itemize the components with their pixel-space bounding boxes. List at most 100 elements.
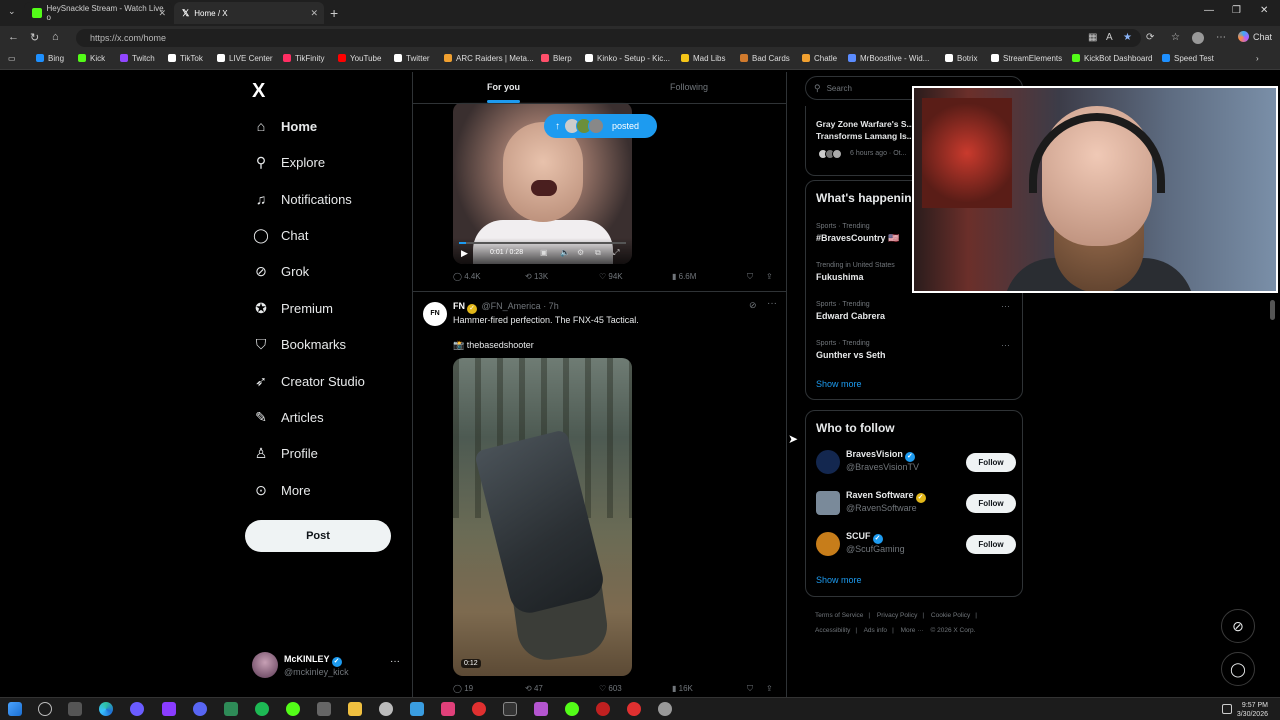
show-more-link[interactable]: Show more [816, 575, 862, 585]
new-posts-pill[interactable]: ↑ posted [544, 114, 657, 138]
start-icon[interactable] [8, 702, 22, 716]
read-aloud-icon[interactable]: A [1106, 32, 1113, 43]
tray-icon[interactable] [1222, 704, 1232, 714]
extensions-icon[interactable]: ⟳ [1146, 32, 1154, 43]
edge-icon[interactable] [99, 702, 113, 716]
browser-tab-x-home[interactable]: 𝕏 Home / X ✕ [174, 2, 324, 24]
refresh-icon[interactable]: ↻ [30, 31, 39, 44]
nav-creator-studio[interactable]: ➶ Creator Studio [252, 369, 365, 393]
nav-articles[interactable]: ✎ Articles [252, 405, 324, 429]
footer-accessibility[interactable]: Accessibility [815, 627, 850, 634]
close-tab-icon[interactable]: ✕ [310, 8, 318, 19]
more-dots-icon[interactable]: ··· [390, 656, 400, 667]
favorites-icon[interactable]: ☆ [1171, 32, 1180, 43]
share-icon[interactable]: ⇪ [766, 272, 773, 281]
nav-premium[interactable]: ✪ Premium [252, 296, 333, 320]
app-icon[interactable] [441, 702, 455, 716]
views-button[interactable]: ▮ 6.6M [672, 272, 696, 281]
url-field[interactable]: https://x.com/home [76, 29, 1141, 47]
tab-for-you[interactable]: For you [487, 82, 520, 103]
app-icon[interactable] [130, 702, 144, 716]
bookmark-chatle[interactable]: Chatle [802, 54, 837, 63]
bookmark-twitch[interactable]: Twitch [120, 54, 155, 63]
close-tab-icon[interactable]: ✕ [158, 8, 166, 19]
bookmark-mad-libs[interactable]: Mad Libs [681, 54, 725, 63]
close-window-icon[interactable]: ✕ [1260, 5, 1268, 16]
follow-button[interactable]: Follow [966, 453, 1016, 472]
more-dots-icon[interactable]: ··· [767, 298, 777, 309]
bookmark-blerp[interactable]: Blerp [541, 54, 572, 63]
bookmark-youtube[interactable]: YouTube [338, 54, 381, 63]
footer-privacy[interactable]: Privacy Policy [877, 612, 917, 619]
copilot-chat-button[interactable]: Chat [1238, 31, 1272, 42]
follow-button[interactable]: Follow [966, 494, 1016, 513]
app-icon[interactable] [534, 702, 548, 716]
trend-item[interactable]: Sports · Trending Gunther vs Seth ··· [816, 340, 1016, 360]
tab-actions-icon[interactable]: ⌄ [8, 6, 16, 17]
post-button[interactable]: Post [245, 520, 391, 552]
mute-icon[interactable]: 🔈 [560, 248, 570, 257]
search-icon[interactable] [38, 702, 52, 716]
bookmark-tiktok[interactable]: TikTok [168, 54, 203, 63]
file-explorer-icon[interactable] [348, 702, 362, 716]
trend-item[interactable]: Sports · Trending Edward Cabrera ··· [816, 301, 1016, 321]
bookmark-tikfinity[interactable]: TikFinity [283, 54, 324, 63]
browser-tab-heysnackle[interactable]: HeySnackle Stream - Watch Live o ✕ [24, 2, 172, 24]
footer-more[interactable]: More ··· [901, 627, 924, 634]
discord-icon[interactable] [193, 702, 207, 716]
tweet-credit[interactable]: 📸 thebasedshooter [453, 340, 534, 351]
app-icon[interactable] [317, 702, 331, 716]
nav-bookmarks[interactable]: ⛉ Bookmarks [252, 332, 346, 356]
share-icon[interactable]: ⇪ [766, 684, 773, 693]
repost-button[interactable]: ⟲ 13K [525, 272, 548, 281]
app-icon[interactable] [224, 702, 238, 716]
app-icon[interactable] [286, 702, 300, 716]
task-view-icon[interactable] [68, 702, 82, 716]
nav-home[interactable]: ⌂ Home [252, 114, 317, 138]
bookmark-live-center[interactable]: LIVE Center [217, 54, 273, 63]
reply-button[interactable]: ◯ 4.4K [453, 272, 481, 281]
video-progress-track[interactable] [459, 242, 626, 244]
system-clock[interactable]: 9:57 PM 3/30/2026 [1237, 701, 1268, 719]
views-button[interactable]: ▮ 16K [672, 684, 693, 693]
follow-suggestion[interactable]: SCUF ✓ @ScufGaming Follow [816, 529, 1016, 559]
bookmark-bing[interactable]: Bing [36, 54, 64, 63]
back-icon[interactable]: ← [8, 31, 19, 43]
captions-icon[interactable]: ▣ [540, 248, 548, 257]
bookmark-icon[interactable]: ⛉ [747, 272, 753, 282]
bookmark-bad-cards[interactable]: Bad Cards [740, 54, 790, 63]
app-icon[interactable] [472, 702, 486, 716]
bookmark-kinko[interactable]: Kinko - Setup - Kic... [585, 54, 670, 63]
bookmark-twitter[interactable]: Twitter [394, 54, 430, 63]
show-more-link[interactable]: Show more [816, 379, 862, 389]
home-browser-icon[interactable]: ⌂ [52, 31, 59, 43]
app-icon[interactable] [503, 702, 517, 716]
bookmark-mrboostlive[interactable]: MrBoostlive - Wid... [848, 54, 929, 63]
footer-terms[interactable]: Terms of Service [815, 612, 863, 619]
grok-icon[interactable]: ⊘ [749, 300, 757, 311]
follow-button[interactable]: Follow [966, 535, 1016, 554]
more-dots-icon[interactable]: ··· [1001, 340, 1010, 350]
app-icon[interactable] [410, 702, 424, 716]
avatar[interactable]: FN [423, 302, 447, 326]
new-tab-icon[interactable]: + [330, 5, 338, 21]
nav-chat[interactable]: ◯ Chat [252, 223, 308, 247]
minimize-icon[interactable]: — [1204, 5, 1214, 16]
reply-button[interactable]: ◯ 19 [453, 684, 473, 693]
nav-profile[interactable]: ♙ Profile [252, 441, 318, 465]
like-button[interactable]: ♡ 603 [599, 684, 622, 693]
nav-grok[interactable]: ⊘ Grok [252, 259, 309, 283]
fullscreen-icon[interactable]: ⤢ [613, 248, 619, 258]
bookmark-icon[interactable]: ⛉ [747, 684, 753, 694]
follow-suggestion[interactable]: Raven Software ✓ @RavenSoftware Follow [816, 488, 1016, 518]
follow-suggestion[interactable]: BravesVision ✓ @BravesVisionTV Follow [816, 447, 1016, 477]
tweet-video[interactable]: 0:12 [453, 358, 632, 676]
tab-following[interactable]: Following [670, 82, 708, 92]
bookmark-kickbot[interactable]: KickBot Dashboard [1072, 54, 1152, 63]
bookmark-speed-test[interactable]: Speed Test [1162, 54, 1214, 63]
tweet-time[interactable]: · 7h [543, 301, 559, 311]
app-icon[interactable] [162, 702, 176, 716]
footer-cookies[interactable]: Cookie Policy [931, 612, 970, 619]
nav-explore[interactable]: ⚲ Explore [252, 150, 325, 174]
bookmark-streamelements[interactable]: StreamElements [991, 54, 1062, 63]
